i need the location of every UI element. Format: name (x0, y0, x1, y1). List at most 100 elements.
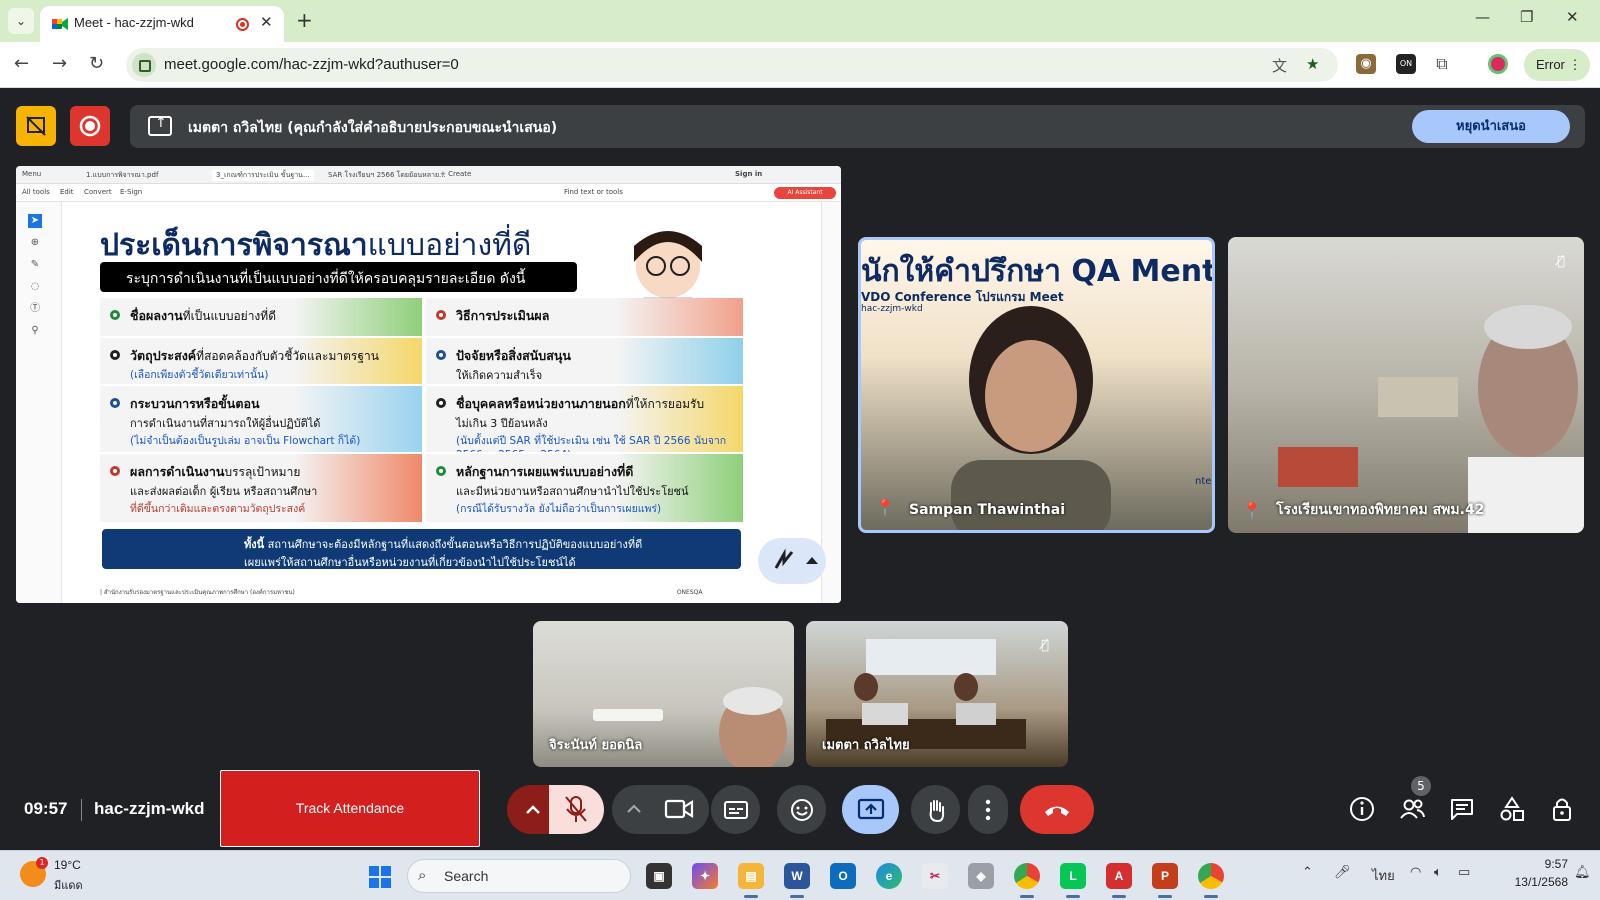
pdf-find[interactable]: Find text or tools (564, 188, 623, 196)
pdf-create-tab[interactable]: + Create (440, 170, 471, 178)
host-controls-lock-icon[interactable] (1548, 795, 1576, 823)
pdf-menu-bar: All tools Edit Convert E-Sign Find text … (16, 184, 841, 202)
more-options-button[interactable] (968, 785, 1008, 834)
activities-icon[interactable] (1498, 795, 1526, 823)
pdf-menu-item[interactable]: E-Sign (120, 188, 142, 196)
tray-mic-icon[interactable]: 🎤︎ (1334, 865, 1351, 880)
participant-tile-school[interactable]: 🎙̸ 📍 โรงเรียนเขาทองพิทยาคม สพม.42 (1228, 237, 1584, 533)
tab-search-button[interactable]: ⌄ (8, 8, 34, 34)
captions-button[interactable] (711, 785, 760, 834)
edge-icon[interactable]: e (876, 863, 902, 889)
pdf-menu-item[interactable]: Convert (84, 188, 112, 196)
criteria-cell: หลักฐานการเผยแพร่แบบอย่างที่ดี และมีหน่ว… (426, 454, 743, 522)
muted-mic-icon: 🎙̸ (1557, 254, 1565, 269)
tab-close-icon[interactable]: ✕ (260, 13, 273, 31)
snipping-tool-icon[interactable]: ✂ (922, 863, 948, 889)
extension-on-icon[interactable]: ON (1396, 54, 1416, 74)
bullet-icon (436, 466, 446, 476)
criteria-line: ให้เกิดความสำเร็จ (456, 369, 543, 382)
pdf-sign-in[interactable]: Sign in (735, 170, 762, 178)
footer-note-line2: เผยแพร่ให้สถานศึกษาอื่นหรือหน่วยงานที่เก… (244, 556, 576, 569)
pdf-menu-tab[interactable]: Menu (22, 170, 41, 178)
raise-hand-button[interactable] (911, 785, 960, 834)
pdf-tab[interactable]: 1.แบบการพิจารณา.pdf (86, 170, 158, 181)
line-icon[interactable]: L (1060, 863, 1086, 889)
zoom-tool-icon[interactable]: ⊕ (28, 236, 42, 250)
ai-assistant-button[interactable]: AI Assistant (774, 187, 836, 199)
pdf-menu-item[interactable]: All tools (22, 188, 50, 196)
present-button[interactable] (842, 785, 899, 834)
copilot-icon[interactable]: ✦ (692, 863, 718, 889)
annotation-tools-button[interactable] (758, 538, 826, 584)
minimize-icon[interactable]: — (1475, 8, 1490, 26)
volume-icon[interactable]: 🔈︎ (1434, 865, 1442, 880)
pen-tool-icon[interactable]: ✎ (28, 258, 42, 272)
powerpoint-icon[interactable]: P (1152, 863, 1178, 889)
reload-icon[interactable]: ↻ (89, 53, 104, 74)
reactions-button[interactable] (777, 785, 826, 834)
chrome-icon[interactable] (1014, 863, 1040, 889)
lasso-tool-icon[interactable]: ◌ (28, 280, 42, 294)
address-bar[interactable]: meet.google.com/hac-zzjm-wkd?authuser=0 … (126, 48, 1338, 82)
tray-overflow-icon[interactable]: ⌃ (1302, 865, 1313, 880)
track-attendance-button[interactable]: Track Attendance (220, 770, 480, 847)
windows-start-icon[interactable] (368, 865, 392, 889)
url-text[interactable]: meet.google.com/hac-zzjm-wkd?authuser=0 (164, 56, 459, 73)
pdf-tab-strip: Menu 1.แบบการพิจารณา.pdf 3_เกณฑ์การประเม… (16, 166, 841, 184)
chat-icon[interactable] (1448, 795, 1476, 823)
meeting-info-icon[interactable] (1348, 795, 1376, 823)
taskbar-search[interactable]: ⌕ Search (407, 859, 631, 893)
translate-icon[interactable]: 文 (1272, 55, 1287, 76)
people-icon[interactable] (1398, 795, 1426, 823)
browser-tab-meet[interactable]: Meet - hac-zzjm-wkd ✕ (40, 6, 284, 42)
app-icon[interactable]: ◈ (968, 863, 994, 889)
participant-tile-metta[interactable]: 🎙̸ เมตตา ถวิลไทย (806, 621, 1068, 767)
profile-error-button[interactable]: Error ⋮ (1524, 49, 1590, 81)
battery-icon[interactable]: ▭ (1458, 865, 1470, 880)
camera-options-icon[interactable] (620, 795, 648, 823)
window-close-icon[interactable]: ✕ (1566, 8, 1579, 26)
pdf-tab[interactable]: SAR โรงเรียนฯ 2566 โดยย้อนหลาย... (328, 170, 446, 181)
recording-icon[interactable] (70, 106, 110, 146)
annotation-toggle-icon[interactable] (16, 106, 56, 146)
weather-desc[interactable]: มีแดด (54, 876, 83, 894)
leave-call-button[interactable] (1020, 785, 1094, 834)
extension-owl-icon[interactable]: ◉ (1356, 54, 1376, 74)
bookmark-star-icon[interactable]: ★ (1306, 55, 1319, 73)
pdf-menu-item[interactable]: Edit (60, 188, 74, 196)
more-vert-icon (985, 799, 991, 821)
file-explorer-icon[interactable]: ▤ (738, 863, 764, 889)
participant-tile-jiranan[interactable]: จิระนันท์ ยอดนิล (533, 621, 794, 767)
footer-note-text: สถานศึกษาจะต้องมีหลักฐานที่แสดงถึงขั้นตอ… (264, 538, 643, 551)
site-info-icon[interactable] (132, 53, 156, 77)
word-icon[interactable]: W (784, 863, 810, 889)
stamp-tool-icon[interactable]: ⚲ (28, 324, 42, 338)
restore-icon[interactable]: ❐ (1520, 8, 1533, 26)
mic-toggle-button[interactable] (549, 785, 604, 834)
input-language[interactable]: ไทย (1372, 865, 1395, 886)
criteria-line: การดำเนินงานที่สามารถให้ผู้อื่นปฏิบัติได… (130, 417, 321, 430)
taskbar-date[interactable]: 13/1/2568 (1494, 875, 1568, 889)
pin-icon[interactable]: 📍 (875, 498, 895, 520)
wifi-icon[interactable]: ◠ (1410, 865, 1421, 880)
participant-tile-sampan[interactable]: นักให้คำปรึกษา QA Mentor VDO Conference … (858, 237, 1215, 533)
stop-presenting-button[interactable]: หยุดนำเสนอ (1412, 110, 1570, 143)
new-tab-icon[interactable]: + (296, 8, 313, 32)
select-tool-icon[interactable]: ➤ (28, 214, 42, 228)
acrobat-icon[interactable]: A (1106, 863, 1132, 889)
camera-icon[interactable] (664, 797, 694, 823)
chrome-profile-icon[interactable] (1198, 863, 1224, 889)
notifications-icon[interactable]: 🔔︎ (1574, 865, 1591, 880)
divider (81, 799, 82, 821)
text-tool-icon[interactable]: Ⓣ (28, 302, 42, 316)
extensions-puzzle-icon[interactable]: ⧉ (1432, 54, 1452, 74)
outlook-icon[interactable]: O (830, 863, 856, 889)
taskbar-time[interactable]: 9:57 (1512, 857, 1568, 871)
task-view-icon[interactable]: ▣ (646, 863, 672, 889)
profile-avatar-icon[interactable] (1488, 54, 1508, 74)
pin-icon[interactable]: 📍 (1242, 501, 1262, 523)
back-icon[interactable]: ← (14, 53, 29, 74)
weather-temp[interactable]: 19°C (54, 858, 81, 872)
forward-icon[interactable]: → (52, 53, 67, 74)
pdf-tab-active[interactable]: 3_เกณฑ์การประเมิน ขั้นฐาน... (212, 170, 314, 181)
